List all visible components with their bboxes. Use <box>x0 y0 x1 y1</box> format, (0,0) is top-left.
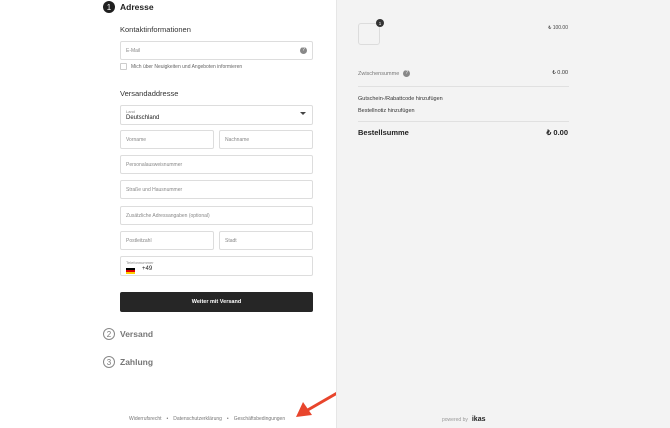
item-price: ₺ 100.00 <box>548 25 568 31</box>
phone-field[interactable]: Telefonnummer +49 <box>120 256 313 276</box>
country-select[interactable]: Land Deutschland <box>120 105 313 125</box>
subtotal-value: ₺ 0.00 <box>552 70 568 76</box>
step-title-address: Adresse <box>120 2 154 12</box>
step-number-1: 1 <box>103 1 115 13</box>
step-title-shipping: Versand <box>120 329 154 339</box>
zip-field[interactable]: Postleitzahl <box>120 231 214 250</box>
footer-links: Widerrufsrecht • Datenschutzerklärung • … <box>129 416 285 422</box>
step-number-2: 2 <box>103 328 115 340</box>
city-placeholder: Stadt <box>225 238 237 244</box>
street-placeholder: Straße und Hausnummer <box>126 187 183 193</box>
germany-flag-icon[interactable] <box>126 268 135 274</box>
id-number-field[interactable]: Personalausweisnummer <box>120 155 313 174</box>
additional-address-field[interactable]: Zusätzliche Adressangaben (optional) <box>120 206 313 225</box>
powered-by-text: powered by <box>442 416 468 423</box>
additional-address-placeholder: Zusätzliche Adressangaben (optional) <box>126 213 210 219</box>
checkout-form-panel: 1 Adresse Kontaktinformationen E-Mail ? … <box>0 0 360 428</box>
continue-shipping-button[interactable]: Weiter mit Versand <box>120 292 313 312</box>
shipping-section-title: Versandaddresse <box>120 89 179 98</box>
newsletter-checkbox-row[interactable]: Mich über Neuigkeiten und Angeboten info… <box>120 63 242 70</box>
product-thumbnail <box>358 23 380 45</box>
newsletter-label: Mich über Neuigkeiten und Angeboten info… <box>131 63 243 70</box>
footer-separator: • <box>226 416 229 422</box>
footer-link-terms[interactable]: Geschäftsbedingungen <box>234 416 285 422</box>
street-field[interactable]: Straße und Hausnummer <box>120 180 313 199</box>
order-summary-panel <box>336 0 670 428</box>
help-icon[interactable]: ? <box>403 70 411 77</box>
item-count-badge: 1 <box>376 19 384 27</box>
country-value: Deutschland <box>126 115 160 121</box>
first-name-placeholder: Vorname <box>126 137 147 143</box>
email-field[interactable]: E-Mail ? <box>120 41 313 60</box>
subtotal-label: Zwischensumme <box>358 70 400 77</box>
step-address[interactable]: 1 Adresse <box>103 1 154 13</box>
footer-link-withdrawal[interactable]: Widerrufsrecht <box>129 416 162 422</box>
help-icon[interactable]: ? <box>300 47 307 54</box>
step-title-payment: Zahlung <box>120 357 154 367</box>
id-number-placeholder: Personalausweisnummer <box>126 162 183 168</box>
brand-logo[interactable]: ikas <box>472 416 486 423</box>
summary-divider <box>358 121 569 122</box>
subtotal-row: Zwischensumme ? <box>358 70 411 77</box>
summary-divider <box>358 86 569 87</box>
powered-by: powered by ikas <box>442 416 485 423</box>
step-payment[interactable]: 3 Zahlung <box>103 356 153 368</box>
phone-code: +49 <box>142 266 153 272</box>
last-name-field[interactable]: Nachname <box>219 130 313 149</box>
add-coupon-link[interactable]: Gutschein-/Rabattcode hinzufügen <box>358 96 443 102</box>
zip-placeholder: Postleitzahl <box>126 238 152 244</box>
footer-link-privacy[interactable]: Datenschutzerklärung <box>173 416 222 422</box>
city-field[interactable]: Stadt <box>219 231 313 250</box>
newsletter-checkbox[interactable] <box>120 63 127 70</box>
total-value: ₺ 0.00 <box>546 128 568 137</box>
first-name-field[interactable]: Vorname <box>120 130 214 149</box>
chevron-down-icon <box>300 112 306 115</box>
email-placeholder: E-Mail <box>126 48 141 54</box>
add-note-link[interactable]: Bestellnotiz hinzufügen <box>358 108 415 114</box>
step-shipping[interactable]: 2 Versand <box>103 328 153 340</box>
phone-label: Telefonnummer <box>126 260 154 265</box>
last-name-placeholder: Nachname <box>225 137 250 143</box>
country-label: Land <box>126 109 135 114</box>
step-number-3: 3 <box>103 356 115 368</box>
contact-section-title: Kontaktinformationen <box>120 25 191 34</box>
footer-separator: • <box>166 416 169 422</box>
total-label: Bestellsumme <box>358 128 409 137</box>
